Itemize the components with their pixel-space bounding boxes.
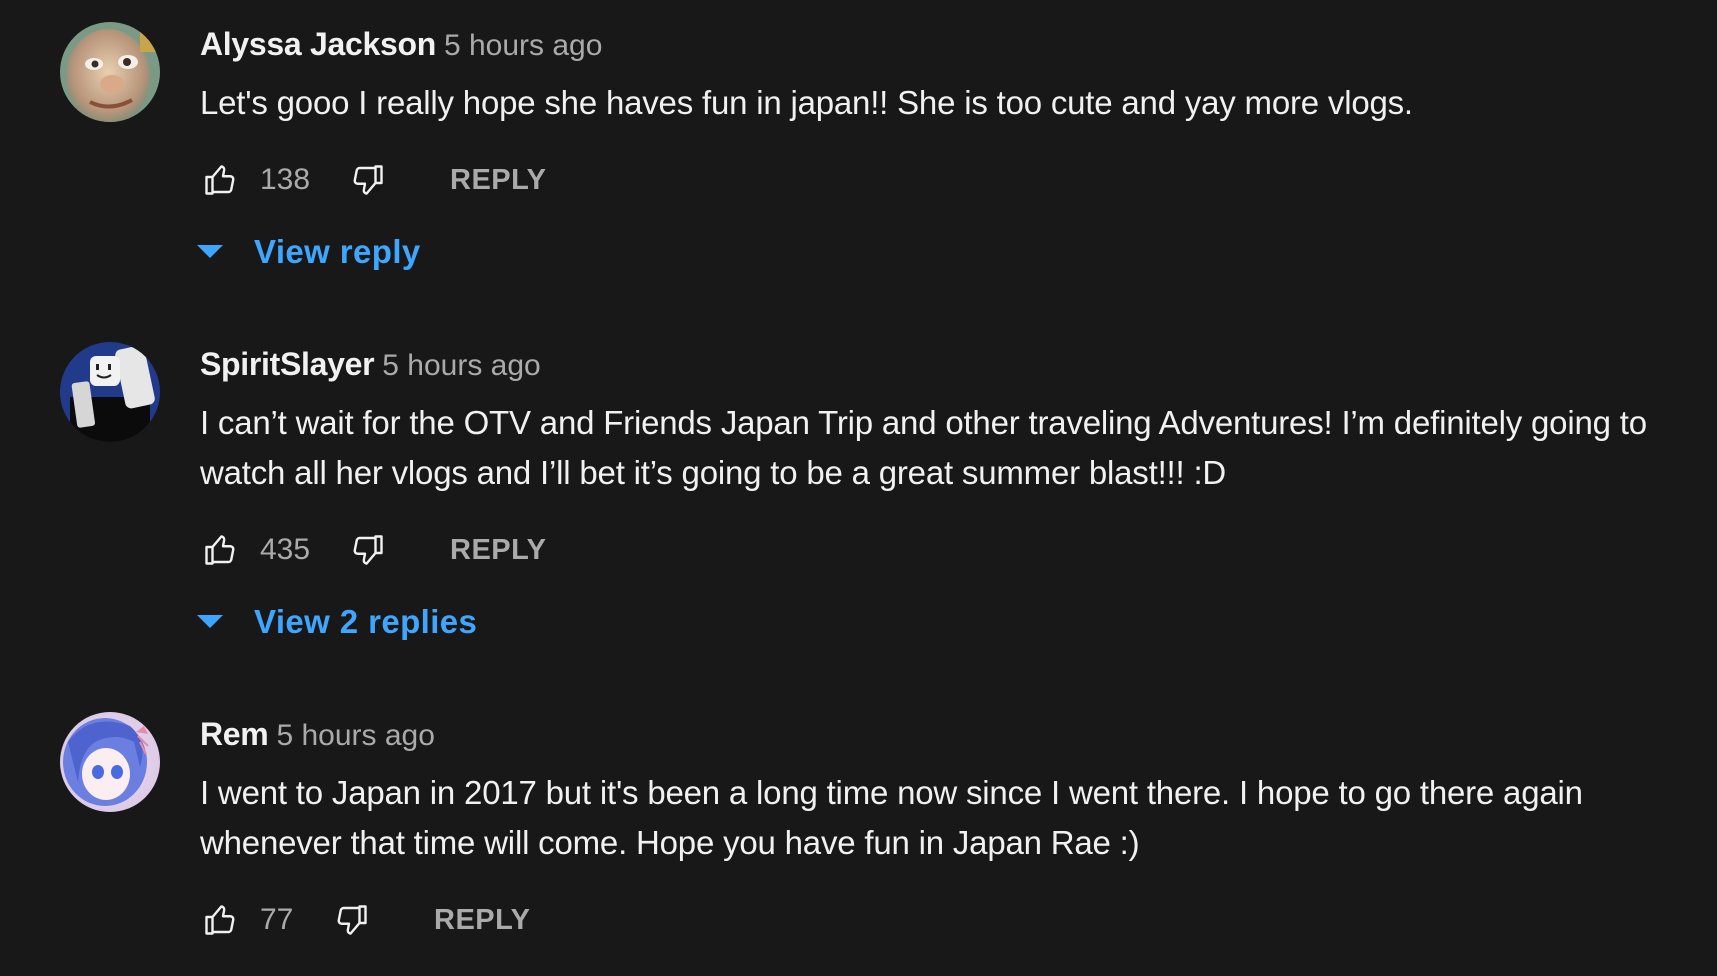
avatar[interactable]	[60, 22, 160, 122]
view-replies-label: View 2 replies	[254, 603, 478, 640]
dislike-button[interactable]	[348, 160, 388, 200]
comment-header: SpiritSlayer 5 hours ago	[200, 344, 541, 391]
reply-button[interactable]: REPLY	[434, 904, 531, 937]
thumbs-down-icon	[353, 165, 383, 195]
view-replies-button[interactable]: View 2 replies	[196, 600, 477, 644]
comment-text: Let's gooo I really hope she haves fun i…	[200, 84, 1413, 121]
like-count: 435	[260, 533, 311, 566]
like-count: 77	[260, 903, 294, 936]
comment-actions: 138 REPLY	[200, 158, 547, 202]
comment-time[interactable]: 5 hours ago	[276, 719, 434, 752]
thumbs-up-icon	[205, 905, 235, 935]
caret-down-icon	[196, 242, 224, 262]
comment-header: Alyssa Jackson 5 hours ago	[200, 24, 602, 71]
thumbs-up-icon	[205, 165, 235, 195]
view-replies-label: View reply	[254, 233, 421, 270]
thumbs-down-icon	[353, 535, 383, 565]
like-button[interactable]	[200, 530, 240, 570]
dislike-button[interactable]	[332, 900, 372, 940]
comment-actions: 435 REPLY	[200, 528, 547, 572]
thumbs-up-icon	[205, 535, 235, 565]
comment-time[interactable]: 5 hours ago	[382, 349, 540, 382]
comment-text: I can’t wait for the OTV and Friends Jap…	[200, 404, 1647, 491]
comment-time[interactable]: 5 hours ago	[444, 29, 602, 62]
avatar[interactable]	[60, 712, 160, 812]
comment-header: Rem 5 hours ago	[200, 714, 435, 761]
view-replies-button[interactable]: View reply	[196, 230, 421, 274]
comment-author[interactable]: Alyssa Jackson	[200, 26, 436, 62]
like-count: 138	[260, 163, 311, 196]
caret-down-icon	[196, 612, 224, 632]
avatar[interactable]	[60, 342, 160, 442]
thumbs-down-icon	[337, 905, 367, 935]
face-avatar-icon	[60, 22, 160, 122]
dislike-button[interactable]	[348, 530, 388, 570]
anime-avatar-icon	[60, 712, 160, 812]
like-button[interactable]	[200, 160, 240, 200]
comment-text: I went to Japan in 2017 but it's been a …	[200, 774, 1583, 861]
like-button[interactable]	[200, 900, 240, 940]
comment-author[interactable]: SpiritSlayer	[200, 346, 375, 382]
roblox-avatar-icon	[60, 342, 160, 442]
comment-author[interactable]: Rem	[200, 716, 269, 752]
reply-button[interactable]: REPLY	[450, 534, 547, 567]
comment-actions: 77 REPLY	[200, 898, 531, 942]
reply-button[interactable]: REPLY	[450, 164, 547, 197]
